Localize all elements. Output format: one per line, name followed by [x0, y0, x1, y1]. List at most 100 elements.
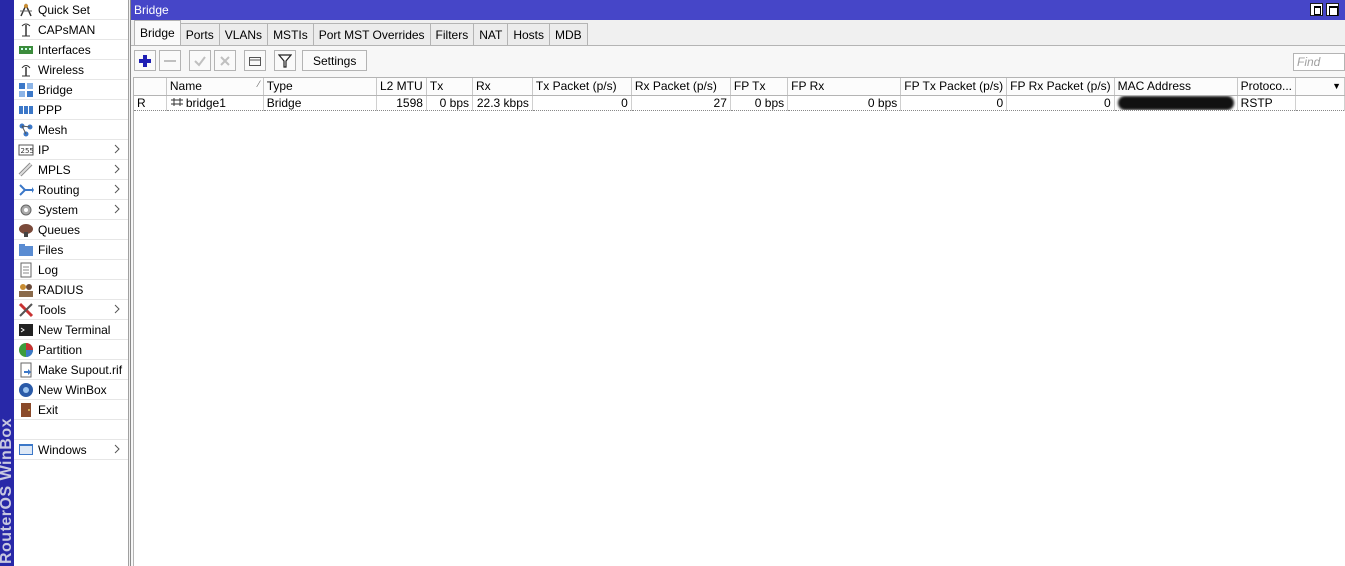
table-row[interactable]: Rbridge1 Bridge 1598 0 bps 22.3 kbps 0 27 0 bps…: [134, 95, 1345, 112]
menu-item-label: Routing: [38, 182, 80, 197]
tab-mstis[interactable]: MSTIs: [267, 23, 314, 45]
menu-item-label: Quick Set: [38, 2, 91, 17]
column-header[interactable]: MAC Address: [1114, 78, 1238, 96]
cell-value: 0: [1103, 95, 1111, 110]
cell-name: bridge1: [166, 95, 264, 112]
filter-icon: [278, 53, 292, 68]
column-header[interactable]: FP Rx: [787, 78, 902, 96]
tab-port-mst-overrides[interactable]: Port MST Overrides: [312, 23, 431, 45]
column-header[interactable]: FP Tx Packet (p/s): [900, 78, 1008, 96]
menu-item-quick-set[interactable]: Quick Set: [14, 0, 128, 20]
windows-icon: [18, 442, 34, 458]
menu-item-label: Files: [38, 242, 64, 257]
tab-hosts[interactable]: Hosts: [507, 23, 551, 45]
cell-value: bridge1: [185, 95, 226, 110]
menu-item-make-supout-rif[interactable]: Make Supout.rif: [14, 360, 128, 380]
menu-item-capsman[interactable]: CAPsMAN: [14, 20, 128, 40]
find-input[interactable]: Find: [1293, 53, 1345, 71]
column-header[interactable]: Rx: [472, 78, 533, 96]
cell-value: 0 bps: [754, 95, 785, 110]
menu-item-radius[interactable]: RADIUS: [14, 280, 128, 300]
brand-sidebar: RouterOS WinBox: [0, 0, 14, 566]
tab-ports[interactable]: Ports: [179, 23, 220, 45]
submenu-arrow-icon: [114, 164, 120, 176]
menu-item-label: Mesh: [38, 122, 68, 137]
column-chooser[interactable]: ▼: [1295, 78, 1345, 96]
comment-button[interactable]: [244, 50, 266, 71]
column-header-label: FP Tx: [733, 79, 766, 94]
cell-tx-packet: 0: [532, 95, 632, 112]
menu-item-routing[interactable]: Routing: [14, 180, 128, 200]
menu-item-label: Bridge: [38, 82, 73, 97]
menu-item-queues[interactable]: Queues: [14, 220, 128, 240]
column-header[interactable]: Protoco...: [1237, 78, 1297, 96]
column-header[interactable]: Name ⁄: [166, 78, 264, 96]
menu-item-windows[interactable]: Windows: [14, 440, 128, 460]
menu-item-bridge[interactable]: Bridge: [14, 80, 128, 100]
menu-item-wireless[interactable]: Wireless: [14, 60, 128, 80]
cell-filler: [1295, 95, 1345, 112]
menu-item-label: System: [38, 202, 79, 217]
menu-item-log[interactable]: Log: [14, 260, 128, 280]
menu-item-label: Windows: [38, 442, 87, 457]
maximize-icon[interactable]: [1310, 3, 1323, 16]
menu-item-ppp[interactable]: PPP: [14, 100, 128, 120]
menu-item-label: Interfaces: [38, 42, 91, 57]
cell-fp-rx: 0 bps: [787, 95, 902, 112]
settings-button[interactable]: Settings: [302, 50, 368, 71]
add-button[interactable]: [134, 50, 156, 71]
column-header[interactable]: [134, 78, 167, 96]
cell-value: 0: [621, 95, 628, 110]
partition-icon: [18, 342, 34, 358]
window-titlebar[interactable]: Bridge: [131, 0, 1345, 20]
menu-item-tools[interactable]: Tools: [14, 300, 128, 320]
menu-item-system[interactable]: System: [14, 200, 128, 220]
winbox-icon: [18, 382, 34, 398]
column-header-label: Tx Packet (p/s): [535, 79, 617, 94]
column-header[interactable]: Tx: [426, 78, 474, 96]
menu-item-partition[interactable]: Partition: [14, 340, 128, 360]
table-header: Name ⁄ Type L2 MTU Tx Rx Tx Packet (p/s) Rx Pac…: [134, 78, 1345, 96]
menu-item-new-terminal[interactable]: New Terminal: [14, 320, 128, 340]
menu-item-ip[interactable]: 255 IP: [14, 140, 128, 160]
menu-item-mesh[interactable]: Mesh: [14, 120, 128, 140]
tab-vlans[interactable]: VLANs: [218, 23, 269, 45]
enable-button[interactable]: [189, 50, 211, 71]
menu-item-exit[interactable]: Exit: [14, 400, 128, 420]
menu-item-label: RADIUS: [38, 282, 84, 297]
tab-nat[interactable]: NAT: [473, 23, 509, 45]
disable-button[interactable]: [214, 50, 236, 71]
bridge-interface-icon: [170, 96, 184, 110]
cell-flag: R: [134, 95, 167, 112]
capsman-icon: [18, 22, 34, 38]
cell-value: RSTP: [1240, 95, 1273, 110]
column-header[interactable]: FP Rx Packet (p/s): [1006, 78, 1115, 96]
column-header-label: Rx: [476, 79, 491, 94]
column-header[interactable]: FP Tx: [730, 78, 789, 96]
column-chooser-icon: ▼: [1332, 81, 1341, 92]
cell-value: Bridge: [266, 95, 302, 110]
menu-item-label: New WinBox: [38, 382, 107, 397]
cell-value: 1598: [396, 95, 423, 110]
cell-protocol: RSTP: [1237, 95, 1297, 112]
column-header[interactable]: Rx Packet (p/s): [631, 78, 731, 96]
svg-text:255: 255: [21, 147, 34, 155]
menu-item-new-winbox[interactable]: New WinBox: [14, 380, 128, 400]
column-header[interactable]: L2 MTU: [376, 78, 427, 96]
tab-mdb[interactable]: MDB: [549, 23, 588, 45]
menu-item-files[interactable]: Files: [14, 240, 128, 260]
plus-icon: [139, 54, 151, 67]
filter-button[interactable]: [274, 50, 296, 71]
restore-icon[interactable]: [1326, 3, 1339, 16]
menu-item-mpls[interactable]: MPLS: [14, 160, 128, 180]
remove-button[interactable]: [159, 50, 181, 71]
ppp-icon: [18, 102, 34, 118]
tab-bridge[interactable]: Bridge: [134, 20, 181, 45]
column-header-label: FP Tx Packet (p/s): [904, 79, 1004, 94]
column-header[interactable]: Tx Packet (p/s): [532, 78, 632, 96]
bridge-window: Bridge Bridge Ports VLANs MSTIs Port MST Ove…: [130, 0, 1345, 566]
column-header[interactable]: Type: [263, 78, 377, 96]
menu-item-interfaces[interactable]: Interfaces: [14, 40, 128, 60]
tab-filters[interactable]: Filters: [429, 23, 475, 45]
cell-type: Bridge: [263, 95, 377, 112]
